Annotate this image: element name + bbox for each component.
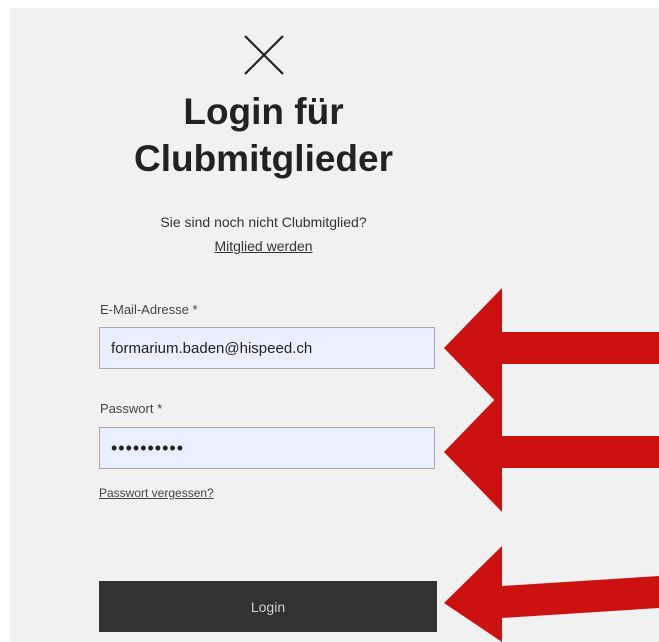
- page-title: Login für Clubmitglieder: [0, 88, 527, 182]
- password-label: Passwort *: [100, 401, 163, 416]
- close-icon[interactable]: [239, 30, 289, 80]
- email-label: E-Mail-Adresse *: [100, 302, 198, 317]
- arrow-left-icon: [444, 392, 659, 512]
- signup-prompt: Sie sind noch nicht Clubmitglied?: [160, 214, 367, 230]
- password-field[interactable]: [99, 427, 435, 469]
- title-line-2: Clubmitglieder: [133, 138, 394, 179]
- login-button[interactable]: Login: [99, 581, 437, 632]
- email-field[interactable]: [99, 327, 435, 369]
- forgot-password-link[interactable]: Passwort vergessen?: [99, 486, 214, 500]
- arrow-left-icon: [444, 288, 659, 408]
- arrow-left-icon: [444, 546, 659, 642]
- title-line-1: Login für: [183, 91, 344, 132]
- signup-link[interactable]: Mitglied werden: [0, 238, 527, 254]
